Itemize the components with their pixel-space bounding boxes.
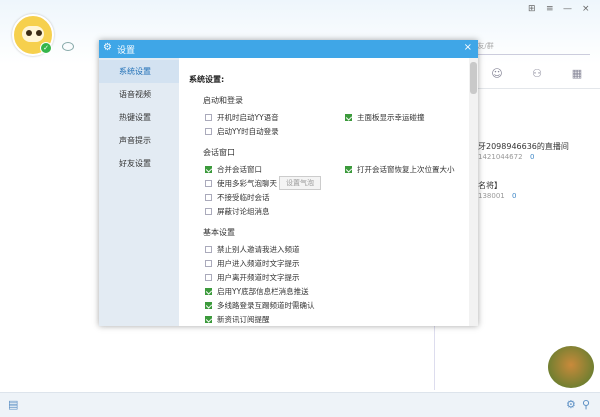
avatar-eye-right [36, 30, 42, 36]
option-autologin[interactable]: 启动YY时自动登录 [205, 126, 279, 137]
checkbox[interactable] [205, 260, 212, 267]
bottom-search-icon[interactable]: ⚲ [582, 398, 590, 411]
gear-icon: ⚙ [103, 42, 112, 53]
checkbox[interactable] [205, 128, 212, 135]
minimize-button[interactable]: — [563, 4, 572, 14]
bottom-chat-icon[interactable]: ▤ [8, 398, 18, 411]
channel-item-count-1: 0 [530, 153, 535, 161]
checkbox[interactable] [205, 302, 212, 309]
section-title: 系统设置: [189, 75, 225, 84]
skin-icon[interactable]: ⊞ [528, 4, 536, 14]
channel-item-title-1[interactable]: 牙2098946636的直播间 [478, 141, 569, 152]
option-block-group-msgs[interactable]: 屏蔽讨论组消息 [205, 206, 270, 217]
channel-item-title-2[interactable]: 名将】 [478, 180, 502, 191]
mascot-image[interactable] [548, 346, 594, 388]
checkbox[interactable] [205, 274, 212, 281]
dialog-close-icon[interactable]: × [464, 42, 472, 53]
settings-content: 系统设置: 启动和登录 开机时启动YY语音 主面板显示幸运碰撞 启动YY时自动登… [179, 58, 469, 326]
option-merge-windows[interactable]: 合并会话窗口 [205, 164, 262, 175]
nav-sound-alerts[interactable]: 声音提示 [99, 129, 179, 152]
option-no-temp-chat[interactable]: 不接受临时会话 [205, 192, 270, 203]
startup-heading: 启动和登录 [203, 96, 243, 105]
content-scrollbar[interactable] [469, 58, 478, 326]
option-block-invites[interactable]: 禁止别人邀请我进入频道 [205, 244, 300, 255]
checkbox[interactable] [205, 194, 212, 201]
nav-voice-video[interactable]: 语音视频 [99, 83, 179, 106]
group-tab-icon[interactable]: ⚇ [530, 67, 544, 81]
settings-nav: 系统设置 语音视频 热键设置 声音提示 好友设置 [99, 58, 179, 326]
option-kick-confirm[interactable]: 多线路登录互踢频道时需确认 [205, 300, 315, 311]
option-leave-notice[interactable]: 用户离开频道时文字提示 [205, 272, 300, 283]
dialog-title: 设置 [117, 46, 136, 56]
channel-item-count-2: 0 [512, 192, 517, 200]
scrollbar-thumb[interactable] [470, 62, 477, 94]
option-color-bubble[interactable]: 使用多彩气泡聊天 [205, 178, 277, 189]
visibility-icon[interactable] [62, 42, 74, 51]
contacts-tab-icon[interactable]: ☺ [490, 67, 504, 81]
option-join-notice[interactable]: 用户进入频道时文字提示 [205, 258, 300, 269]
channel-item-sub-1: 1421044672 [478, 153, 523, 161]
checkbox[interactable] [205, 316, 212, 323]
checkbox[interactable] [205, 114, 212, 121]
checkbox[interactable] [205, 208, 212, 215]
checkbox[interactable] [205, 180, 212, 187]
basic-heading: 基本设置 [203, 228, 235, 237]
apps-tab-icon[interactable]: ▦ [570, 67, 584, 81]
checkbox[interactable] [205, 166, 212, 173]
channel-item-sub-2: 138001 [478, 192, 505, 200]
checkbox[interactable] [345, 166, 352, 173]
nav-hotkeys[interactable]: 热键设置 [99, 106, 179, 129]
dialog-titlebar: ⚙ 设置 × [99, 40, 478, 58]
bottom-bar [0, 392, 600, 417]
checkbox[interactable] [205, 246, 212, 253]
close-button[interactable]: × [582, 4, 590, 14]
checkbox[interactable] [205, 288, 212, 295]
option-restore-position[interactable]: 打开会话窗恢复上次位置大小 [345, 164, 455, 175]
option-lucky-collision[interactable]: 主面板显示幸运碰撞 [345, 112, 425, 123]
menu-icon[interactable]: ≡ [546, 4, 554, 14]
session-heading: 会话窗口 [203, 148, 235, 157]
bottom-settings-icon[interactable]: ⚙ [566, 398, 576, 411]
avatar-eye-left [26, 30, 32, 36]
checkbox[interactable] [345, 114, 352, 121]
settings-dialog: ⚙ 设置 × 系统设置 语音视频 热键设置 声音提示 好友设置 系统设置: 启动… [99, 40, 478, 326]
bubble-settings-button[interactable]: 设置气泡 [279, 176, 321, 190]
option-autostart[interactable]: 开机时启动YY语音 [205, 112, 279, 123]
online-status-icon[interactable]: ✓ [40, 42, 52, 54]
option-news-alert[interactable]: 新资讯订阅提醒 [205, 314, 270, 325]
nav-system-settings[interactable]: 系统设置 [99, 60, 179, 83]
nav-friend-settings[interactable]: 好友设置 [99, 152, 179, 175]
option-bottom-push[interactable]: 启用YY底部信息栏消息推送 [205, 286, 309, 297]
